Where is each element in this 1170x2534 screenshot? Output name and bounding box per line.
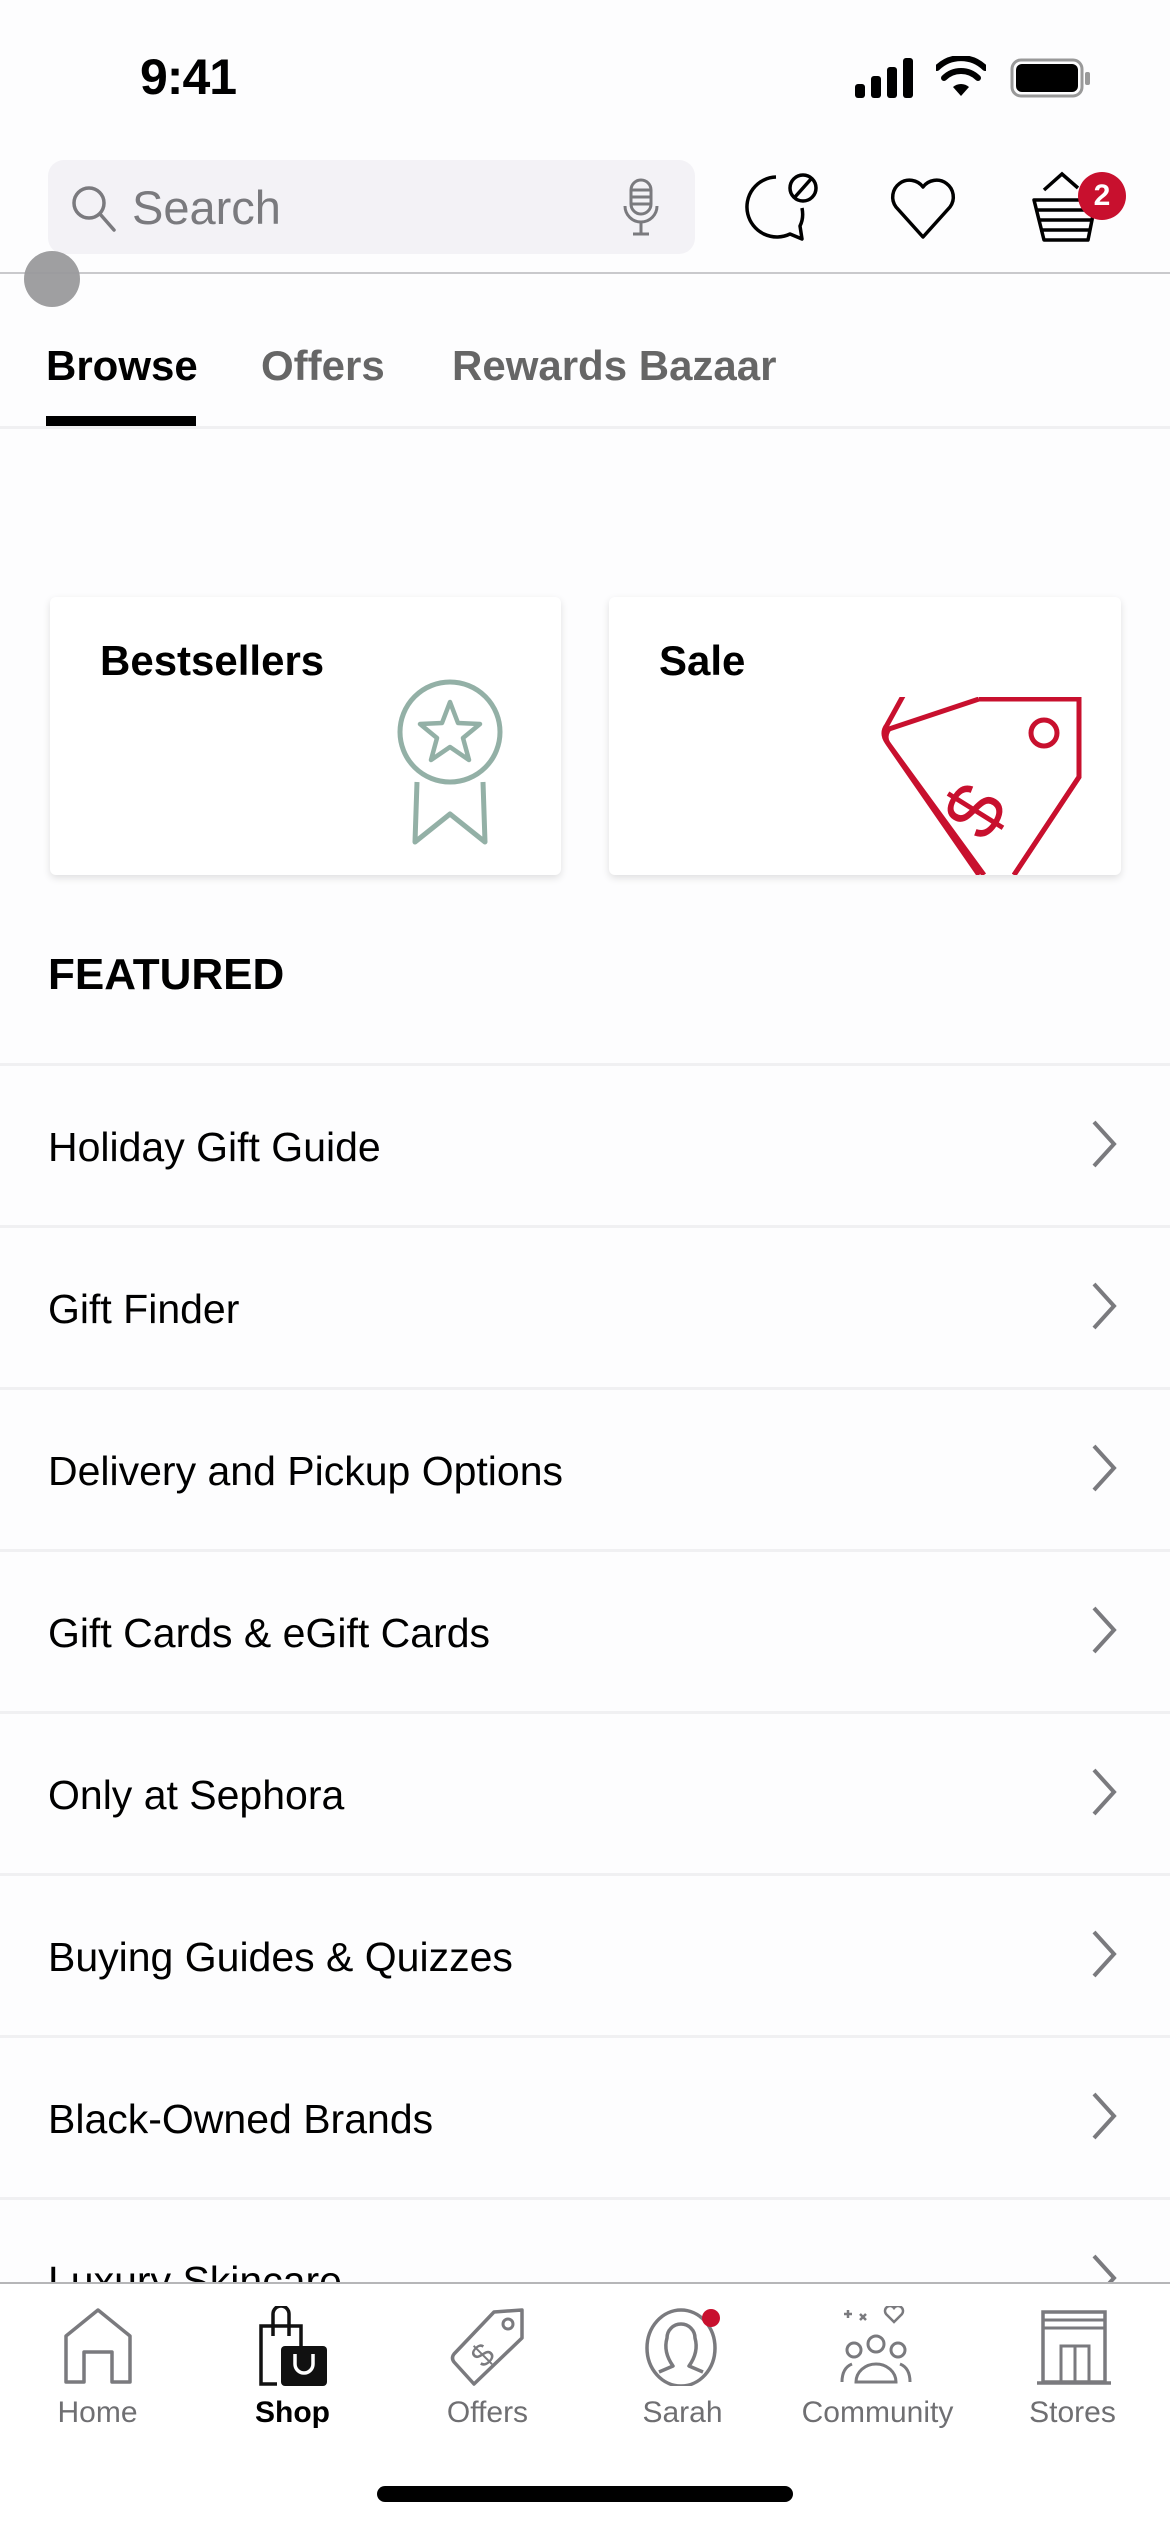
active-tab-indicator — [46, 416, 196, 426]
notification-dot — [701, 2309, 720, 2327]
featured-heading: FEATURED — [48, 950, 285, 999]
community-icon — [840, 2306, 911, 2384]
list-item-label: Buying Guides & Quizzes — [48, 1934, 513, 1980]
chevron-right-icon — [1092, 1282, 1117, 1330]
nav-stores[interactable]: Stores — [975, 2284, 1170, 2434]
list-item-label: Gift Cards & eGift Cards — [48, 1610, 491, 1656]
tabs-divider — [0, 426, 1170, 429]
search-placeholder: Search — [132, 181, 281, 234]
chevron-right-icon — [1092, 1606, 1117, 1654]
card-title: Sale — [659, 637, 746, 684]
chevron-right-icon — [1092, 1444, 1117, 1492]
list-item-label: Delivery and Pickup Options — [48, 1448, 564, 1494]
nav-shop[interactable]: Shop — [195, 2284, 390, 2434]
list-item[interactable]: Only at Sephora — [0, 1711, 1170, 1876]
price-tag-icon: $ — [450, 2308, 524, 2386]
list-item-label: Holiday Gift Guide — [48, 1124, 381, 1170]
chevron-right-icon — [1092, 1768, 1117, 1816]
list-item-label: Black-Owned Brands — [48, 2096, 434, 2142]
nav-label: Offers — [446, 2396, 529, 2429]
list-item-label: Only at Sephora — [48, 1772, 345, 1818]
basket-count-badge: 2 — [1078, 172, 1126, 220]
shopping-bag-icon — [258, 2306, 327, 2386]
heart-icon[interactable] — [888, 175, 958, 241]
chevron-right-icon — [1092, 2092, 1117, 2140]
list-item[interactable]: Gift Cards & eGift Cards — [0, 1549, 1170, 1714]
nav-label: Home — [57, 2396, 138, 2429]
nav-label: Community — [801, 2396, 954, 2429]
nav-community[interactable]: Community — [780, 2284, 975, 2434]
nav-offers[interactable]: $ Offers — [390, 2284, 585, 2434]
search-input[interactable]: Search — [48, 160, 695, 254]
gift-box-icon — [888, 426, 1082, 548]
svg-text:$: $ — [463, 2336, 501, 2374]
touch-indicator — [24, 251, 80, 307]
status-bar: 9:41 — [0, 0, 1170, 140]
tab-browse[interactable]: Browse — [46, 342, 198, 390]
tab-rewards-bazaar[interactable]: Rewards Bazaar — [452, 342, 777, 390]
chevron-right-icon — [1092, 1120, 1117, 1168]
tab-offers[interactable]: Offers — [261, 342, 385, 390]
search-icon — [72, 186, 116, 232]
category-card-gift-cards[interactable]: $20 — [50, 410, 561, 548]
gift-card-tag-icon: $20 — [367, 410, 560, 548]
list-item[interactable]: Black-Owned Brands — [0, 2035, 1170, 2200]
microphone-icon[interactable] — [616, 178, 666, 238]
nav-label: Shop — [255, 2396, 330, 2429]
list-item[interactable]: Holiday Gift Guide — [0, 1063, 1170, 1228]
status-time: 9:41 — [140, 49, 237, 105]
svg-text:$20: $20 — [415, 423, 524, 540]
category-card-sale[interactable]: Sale $ — [609, 597, 1121, 875]
nav-home[interactable]: Home — [0, 2284, 195, 2434]
profile-icon — [644, 2308, 720, 2386]
chevron-right-icon — [1092, 1930, 1117, 1978]
store-icon — [1036, 2310, 1111, 2385]
nav-profile[interactable]: Sarah — [585, 2284, 780, 2434]
list-item[interactable]: Delivery and Pickup Options — [0, 1387, 1170, 1552]
basket-button[interactable]: 2 — [1032, 170, 1132, 250]
category-card-gifts[interactable] — [610, 410, 1122, 548]
category-card-bestsellers[interactable]: Bestsellers — [50, 597, 561, 875]
nav-label: Sarah — [642, 2396, 723, 2429]
list-item-label: Gift Finder — [48, 1286, 240, 1332]
card-title: Bestsellers — [100, 637, 325, 684]
nav-label: Stores — [1029, 2396, 1116, 2429]
wifi-icon — [936, 56, 986, 96]
battery-icon — [1010, 58, 1090, 98]
price-tag-icon: $ — [881, 697, 1082, 875]
svg-text:$: $ — [925, 768, 1024, 853]
chat-icon[interactable] — [740, 172, 820, 244]
header-divider — [0, 272, 1170, 274]
award-ribbon-icon — [397, 679, 503, 845]
list-item[interactable]: Buying Guides & Quizzes — [0, 1873, 1170, 2038]
home-icon — [63, 2308, 132, 2384]
list-item[interactable]: Gift Finder — [0, 1225, 1170, 1390]
home-indicator[interactable] — [377, 2486, 793, 2502]
signal-icon — [855, 58, 913, 98]
